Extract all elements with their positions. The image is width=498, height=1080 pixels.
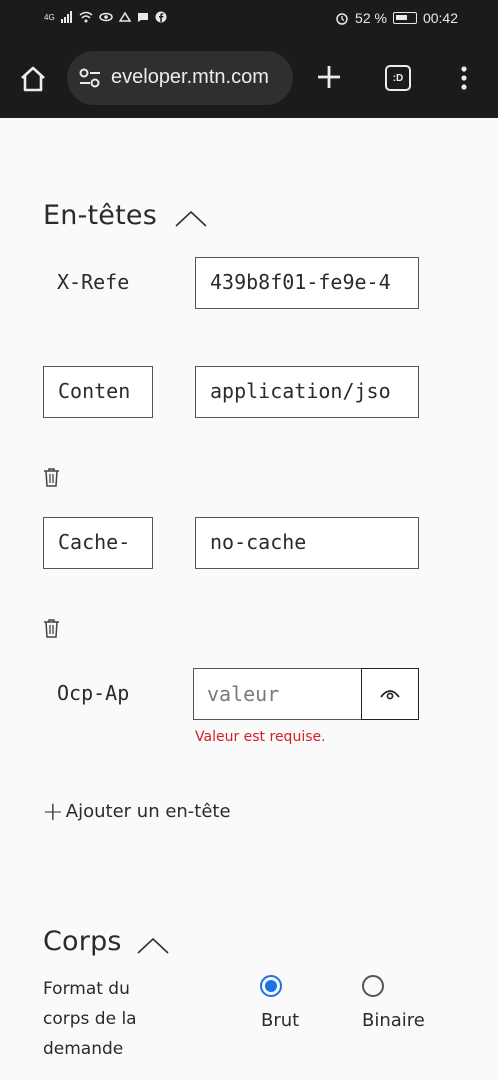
battery-icon — [392, 12, 417, 24]
radio-binary-label[interactable]: Binaire — [362, 1010, 425, 1031]
radio-binary[interactable] — [362, 975, 384, 997]
plus-icon: + — [42, 796, 64, 827]
eye-icon — [380, 690, 400, 700]
notification-icon — [118, 11, 131, 22]
eye-comfort-icon — [98, 12, 113, 22]
header-value-input-wrapper[interactable] — [193, 668, 362, 720]
header-value-input[interactable] — [207, 669, 361, 719]
message-icon — [137, 13, 148, 22]
header-key-static: X-Refe — [57, 270, 130, 294]
browser-toolbar: eveloper.mtn.com :D — [0, 38, 498, 118]
status-icons-right: 52 % 00:42 — [335, 10, 458, 26]
wifi-icon — [79, 11, 93, 23]
header-value-field[interactable]: 439b8f01-fe9e-4 — [195, 257, 419, 309]
header-value-field[interactable]: no-cache — [195, 517, 419, 569]
alarm-icon — [336, 13, 348, 25]
status-icons-left: 4G — [44, 11, 167, 23]
page-content: En-têtes X-Refe 439b8f01-fe9e-4 Conten a… — [0, 118, 498, 1080]
home-icon[interactable] — [19, 65, 47, 93]
site-settings-icon[interactable] — [79, 68, 101, 88]
trash-icon[interactable] — [43, 467, 60, 487]
chevron-up-icon[interactable] — [174, 210, 208, 228]
add-header-button[interactable]: + Ajouter un en-tête — [42, 796, 231, 827]
validation-error: Valeur est requise. — [195, 729, 326, 745]
header-key-text: Cache- — [58, 530, 131, 554]
radio-raw-label[interactable]: Brut — [261, 1010, 299, 1031]
more-menu-icon[interactable] — [458, 65, 470, 91]
status-bar: 4G 52 % 00:42 — [0, 0, 498, 38]
headers-section-title[interactable]: En-têtes — [43, 200, 157, 231]
clock: 00:42 — [422, 10, 458, 26]
battery-percent: 52 % — [355, 10, 387, 26]
tab-count: :D — [392, 72, 404, 84]
add-header-label: Ajouter un en-tête — [65, 801, 231, 822]
header-key-static: Ocp-Ap — [57, 681, 130, 705]
signal-icon — [60, 11, 72, 23]
header-key-field[interactable]: Cache- — [43, 517, 153, 569]
header-key-field[interactable]: Conten — [43, 366, 153, 418]
header-value-text: application/jso — [210, 379, 391, 403]
header-value-text: no-cache — [210, 530, 307, 554]
body-format-label: Format du corps de la demande — [43, 979, 137, 1059]
header-value-field[interactable]: application/jso — [195, 366, 419, 418]
trash-icon[interactable] — [43, 618, 60, 638]
toggle-visibility-button[interactable] — [361, 668, 419, 720]
body-section-title[interactable]: Corps — [43, 926, 122, 957]
facebook-icon — [155, 11, 167, 23]
tab-switcher-icon[interactable]: :D — [385, 65, 411, 91]
header-value-text: 439b8f01-fe9e-4 — [210, 270, 391, 294]
url-text: eveloper.mtn.com — [111, 66, 269, 88]
network-type: 4G — [44, 12, 55, 22]
radio-raw[interactable] — [260, 975, 282, 997]
chevron-up-icon[interactable] — [136, 937, 170, 955]
address-bar[interactable]: eveloper.mtn.com — [67, 51, 293, 105]
new-tab-icon[interactable] — [316, 64, 342, 90]
header-key-text: Conten — [58, 379, 131, 403]
